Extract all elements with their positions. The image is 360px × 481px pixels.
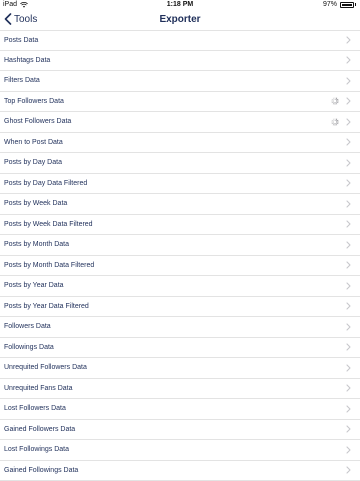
list-item[interactable]: Followings Data: [0, 338, 360, 359]
status-bar: iPad 1:18 PM 97%: [0, 0, 360, 10]
list-item[interactable]: Lost Followings Data: [0, 440, 360, 461]
chevron-right-icon: [346, 118, 351, 126]
list-item-label: Hashtags Data: [4, 57, 50, 64]
list-item-label: Gained Followers Data: [4, 426, 75, 433]
chevron-right-icon: [346, 220, 351, 228]
list-item[interactable]: Filters Data: [0, 71, 360, 92]
chevron-right-icon: [346, 36, 351, 44]
list-item[interactable]: When to Post Data: [0, 133, 360, 154]
list-item-label: Filters Data: [4, 77, 40, 84]
chevron-right-icon: [346, 405, 351, 413]
list-item-label: When to Post Data: [4, 139, 63, 146]
list-item[interactable]: Posts by Month Data Filtered: [0, 256, 360, 277]
list-item-label: Followings Data: [4, 344, 54, 351]
battery-icon: [340, 2, 354, 8]
list-item[interactable]: Ghost Followers Data: [0, 112, 360, 133]
chevron-right-icon: [346, 241, 351, 249]
list-item[interactable]: Posts by Day Data: [0, 153, 360, 174]
list-item[interactable]: Posts by Year Data Filtered: [0, 297, 360, 318]
battery-percent: 97%: [323, 1, 337, 8]
chevron-right-icon: [346, 302, 351, 310]
list-item[interactable]: Hashtags Data: [0, 51, 360, 72]
chevron-right-icon: [346, 77, 351, 85]
status-right: 97%: [323, 1, 356, 8]
list-item[interactable]: Unrequited Followers Data: [0, 358, 360, 379]
list-item-label: Top Followers Data: [4, 98, 64, 105]
list-item[interactable]: Posts by Week Data Filtered: [0, 215, 360, 236]
list-item-label: Followers Data: [4, 323, 51, 330]
list-item[interactable]: Posts by Year Data: [0, 276, 360, 297]
chevron-right-icon: [346, 466, 351, 474]
chevron-right-icon: [346, 200, 351, 208]
list-item[interactable]: Lost Followers Data: [0, 399, 360, 420]
chevron-right-icon: [346, 97, 351, 105]
list-item-label: Unrequited Fans Data: [4, 385, 72, 392]
exporter-list: Posts Data Hashtags Data Filters Data Top F…: [0, 30, 360, 481]
list-item-label: Posts by Year Data Filtered: [4, 303, 89, 310]
chevron-right-icon: [346, 159, 351, 167]
chevron-right-icon: [346, 179, 351, 187]
list-item-label: Ghost Followers Data: [4, 118, 71, 125]
list-item-label: Posts by Day Data: [4, 159, 62, 166]
list-item-label: Unrequited Followers Data: [4, 364, 87, 371]
battery-tip: [355, 3, 356, 6]
list-item-label: Posts by Week Data: [4, 200, 67, 207]
navigation-bar: Tools Exporter: [0, 10, 360, 30]
chevron-right-icon: [346, 364, 351, 372]
chevron-right-icon: [346, 56, 351, 64]
list-item[interactable]: Gained Followers Data: [0, 420, 360, 441]
list-item[interactable]: Unrequited Fans Data: [0, 379, 360, 400]
list-item-label: Lost Followings Data: [4, 446, 69, 453]
chevron-right-icon: [346, 323, 351, 331]
status-time: 1:18 PM: [0, 1, 360, 8]
chevron-right-icon: [346, 282, 351, 290]
list-item[interactable]: Followers Data: [0, 317, 360, 338]
chevron-right-icon: [346, 384, 351, 392]
list-item[interactable]: Posts Data: [0, 30, 360, 51]
list-item[interactable]: Top Followers Data: [0, 92, 360, 113]
page-title: Exporter: [0, 14, 360, 25]
chevron-right-icon: [346, 138, 351, 146]
chevron-right-icon: [346, 446, 351, 454]
list-item-label: Posts by Month Data Filtered: [4, 262, 94, 269]
list-item-label: Posts by Week Data Filtered: [4, 221, 93, 228]
chevron-right-icon: [346, 425, 351, 433]
list-item-label: Gained Followings Data: [4, 467, 78, 474]
list-item-label: Posts by Day Data Filtered: [4, 180, 87, 187]
list-item[interactable]: Posts by Day Data Filtered: [0, 174, 360, 195]
chevron-right-icon: [346, 261, 351, 269]
chevron-right-icon: [346, 343, 351, 351]
list-item-label: Posts by Year Data: [4, 282, 64, 289]
list-item-label: Posts Data: [4, 37, 38, 44]
list-item[interactable]: Posts by Month Data: [0, 235, 360, 256]
list-item-label: Lost Followers Data: [4, 405, 66, 412]
spinner-icon: [331, 118, 339, 126]
spinner-icon: [331, 97, 339, 105]
list-item[interactable]: Gained Followings Data: [0, 461, 360, 481]
list-item-label: Posts by Month Data: [4, 241, 69, 248]
list-item[interactable]: Posts by Week Data: [0, 194, 360, 215]
